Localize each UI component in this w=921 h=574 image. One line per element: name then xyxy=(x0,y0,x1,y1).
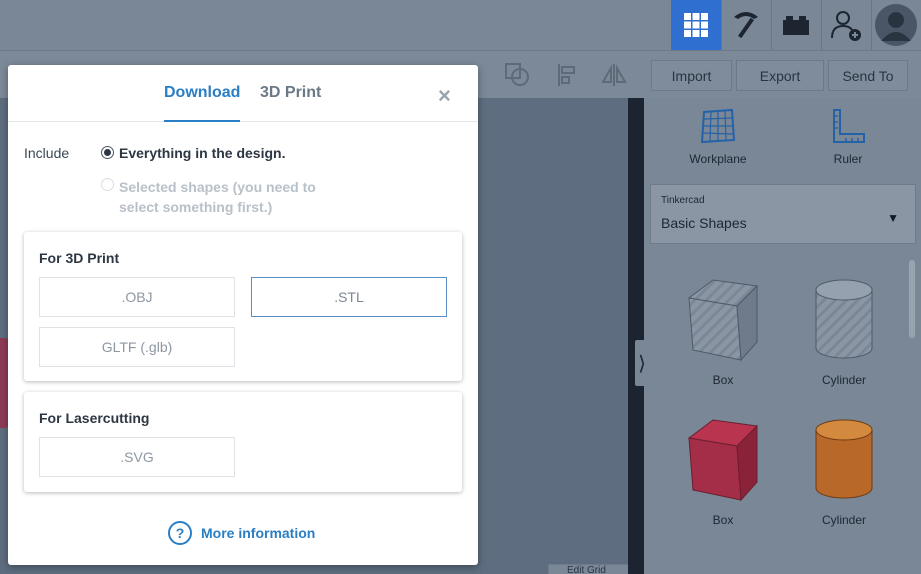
library-selected: Basic Shapes xyxy=(661,215,747,231)
edit-grid-button[interactable]: Edit Grid xyxy=(548,564,628,574)
cylinder-shape-icon xyxy=(815,279,873,359)
workplane-tool[interactable]: Workplane xyxy=(673,108,763,166)
format-stl-button[interactable]: .STL xyxy=(251,277,447,317)
shape-library-select[interactable]: Tinkercad Basic Shapes ▼ xyxy=(650,184,916,244)
library-category: Tinkercad xyxy=(661,195,705,206)
section-lasercutting: For Lasercutting .SVG xyxy=(24,392,462,492)
close-icon[interactable]: × xyxy=(438,83,451,109)
more-information-link[interactable]: ? More information xyxy=(168,521,315,545)
grid-view-button[interactable] xyxy=(671,0,721,50)
shape-label: Box xyxy=(712,513,734,527)
shape-cylinder-orange[interactable]: Cylinder xyxy=(789,416,899,527)
bricks-button[interactable] xyxy=(771,0,821,50)
shape-cylinder-gray[interactable]: Cylinder xyxy=(789,276,899,387)
radio-everything[interactable] xyxy=(101,146,114,159)
format-obj-button[interactable]: .OBJ xyxy=(39,277,235,317)
include-label: Include xyxy=(24,145,70,161)
option-everything-label[interactable]: Everything in the design. xyxy=(119,145,285,161)
group-icon[interactable] xyxy=(504,62,532,88)
radio-selected-shapes xyxy=(101,178,114,191)
avatar-button[interactable] xyxy=(871,0,921,50)
section-3d-print: For 3D Print .OBJ .STL GLTF (.glb) xyxy=(24,232,462,381)
add-user-icon xyxy=(831,11,861,41)
tab-download[interactable]: Download xyxy=(164,84,241,122)
shape-label: Cylinder xyxy=(821,513,866,527)
box-shape-icon xyxy=(687,419,759,502)
avatar xyxy=(875,4,917,46)
add-user-button[interactable] xyxy=(821,0,871,50)
ruler-label: Ruler xyxy=(833,152,863,166)
help-icon: ? xyxy=(168,521,192,545)
shape-box-gray[interactable]: Box xyxy=(668,276,778,387)
send-to-button[interactable]: Send To xyxy=(828,60,908,91)
tab-3d-print[interactable]: 3D Print xyxy=(260,84,321,120)
shapes-panel: Workplane Ruler Tinkercad Basic Shapes ▼… xyxy=(644,98,921,574)
shape-box-red[interactable]: Box xyxy=(668,416,778,527)
top-bar xyxy=(0,0,921,50)
bricks-icon xyxy=(783,16,809,35)
dropdown-caret-icon: ▼ xyxy=(887,211,899,225)
code-blocks-button[interactable] xyxy=(721,0,771,50)
box-shape-icon xyxy=(687,279,759,362)
align-icon[interactable] xyxy=(555,62,583,88)
shapes-scrollbar[interactable] xyxy=(909,260,915,338)
option-selected-shapes-label: Selected shapes (you need to select some… xyxy=(119,179,316,215)
export-button[interactable]: Export xyxy=(736,60,824,91)
panel-divider xyxy=(628,98,644,574)
workplane-label: Workplane xyxy=(689,152,747,166)
pickaxe-icon xyxy=(734,12,758,39)
cylinder-shape-icon xyxy=(815,419,873,499)
ruler-icon xyxy=(833,109,865,143)
dialog-tabs: Download 3D Print × xyxy=(8,65,478,122)
mirror-icon[interactable] xyxy=(600,62,628,88)
section-title: For 3D Print xyxy=(39,250,120,266)
more-information-label: More information xyxy=(201,525,316,541)
format-svg-button[interactable]: .SVG xyxy=(39,437,235,477)
section-title: For Lasercutting xyxy=(39,410,150,426)
format-gltf-button[interactable]: GLTF (.glb) xyxy=(39,327,235,367)
shape-label: Box xyxy=(712,373,734,387)
workplane-icon xyxy=(700,108,736,144)
ruler-tool[interactable]: Ruler xyxy=(803,108,893,166)
grid-view-icon xyxy=(684,13,708,37)
export-dialog: Download 3D Print × Include Everything i… xyxy=(8,65,478,565)
shape-label: Cylinder xyxy=(821,373,866,387)
import-button[interactable]: Import xyxy=(651,60,732,91)
